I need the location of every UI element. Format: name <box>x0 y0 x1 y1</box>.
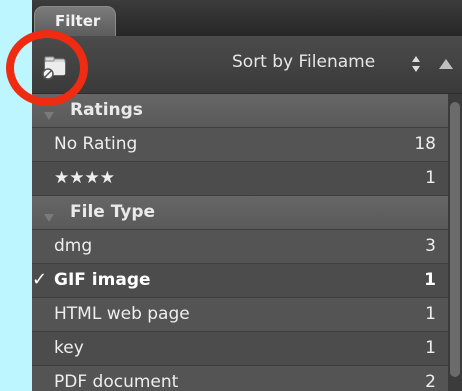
disclosure-triangle-icon[interactable] <box>43 208 55 222</box>
filter-row[interactable]: ★★★★ 1 <box>32 162 448 196</box>
screenshot-stage: Filter Sort by Filename Ratings No Ratin… <box>0 0 462 391</box>
group-header-label: Ratings <box>70 100 143 120</box>
filter-row-label: ★★★★ <box>54 168 115 188</box>
filter-row-count: 2 <box>425 372 436 391</box>
filter-row-label: No Rating <box>54 134 138 154</box>
tab-filter-label: Filter <box>55 12 101 30</box>
vertical-scrollbar[interactable] <box>448 94 462 391</box>
filter-row-label: key <box>54 338 84 358</box>
group-header[interactable]: Ratings <box>32 94 448 128</box>
filter-row-label: dmg <box>54 236 93 256</box>
filter-row[interactable]: No Rating 18 <box>32 128 448 162</box>
filter-row-count: 1 <box>424 270 436 290</box>
filter-toolbar: Sort by Filename <box>32 36 462 94</box>
filter-row-count: 18 <box>414 134 436 154</box>
sort-by-label[interactable]: Sort by Filename <box>232 52 375 72</box>
disclosure-triangle-icon[interactable] <box>43 106 55 120</box>
filter-row-count: 1 <box>425 168 436 188</box>
group-header[interactable]: File Type <box>32 196 448 230</box>
group-header-label: File Type <box>70 202 156 222</box>
filter-row[interactable]: HTML web page 1 <box>32 298 448 332</box>
filter-row-label: HTML web page <box>54 304 190 324</box>
filter-row-count: 3 <box>425 236 436 256</box>
highlight-circle <box>6 30 88 106</box>
filter-row-count: 1 <box>425 304 436 324</box>
filter-list: Ratings No Rating 18 ★★★★ 1 File Type dmg 3 ✓ GIF… <box>32 94 448 391</box>
filter-panel: Filter Sort by Filename Ratings No Ratin… <box>32 0 462 391</box>
filter-row[interactable]: key 1 <box>32 332 448 366</box>
filter-row[interactable]: PDF document 2 <box>32 366 448 391</box>
filter-row[interactable]: dmg 3 <box>32 230 448 264</box>
scrollbar-thumb[interactable] <box>450 102 460 377</box>
up-down-arrows-icon[interactable] <box>411 55 421 73</box>
filter-row[interactable]: ✓ GIF image 1 <box>32 264 448 298</box>
tab-strip: Filter <box>32 0 462 38</box>
filter-row-count: 1 <box>425 338 436 358</box>
triangle-up-icon[interactable] <box>438 56 454 72</box>
checkmark-icon: ✓ <box>32 269 48 290</box>
filter-row-label: GIF image <box>54 270 151 290</box>
filter-row-label: PDF document <box>54 372 179 391</box>
